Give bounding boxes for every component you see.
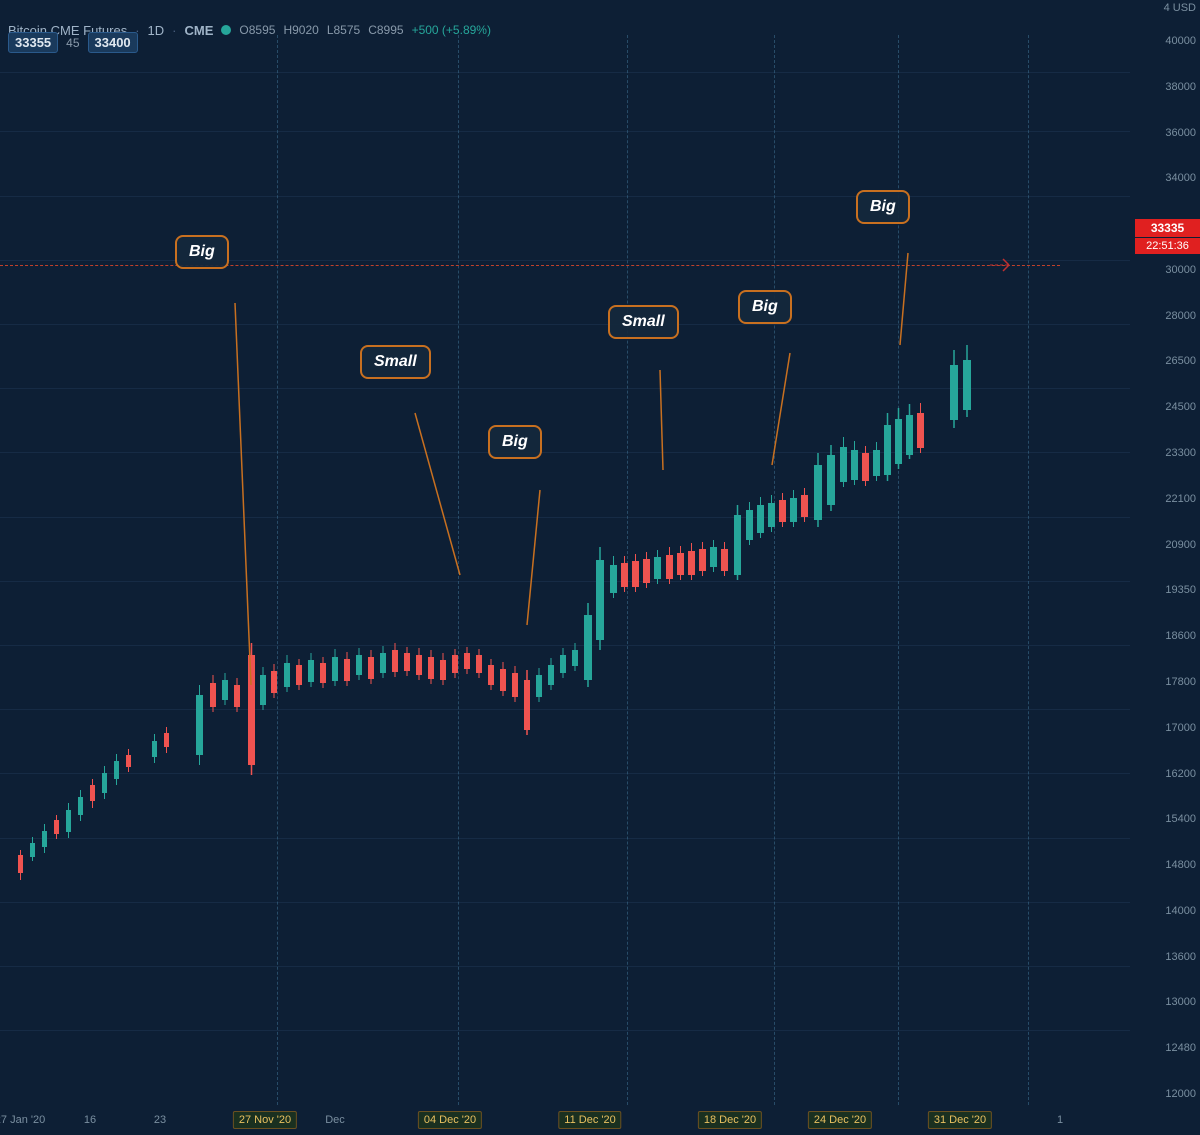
time-label-23: 23 [154,1114,166,1126]
status-dot [221,25,231,35]
annotation-line-small2 [660,370,663,470]
time-label-dec18: 18 Dec '20 [698,1111,762,1129]
annotation-big4: Big [856,190,910,224]
ohlc-low: L8575 [327,23,360,37]
price-label-17800: 17800 [1130,676,1196,688]
annotation-line-big3 [772,353,790,465]
annotation-big1: Big [175,235,229,269]
price-num: 45 [66,36,79,50]
price-label-19350: 19350 [1130,584,1196,596]
annotation-small2: Small [608,305,679,339]
price-label-12000: 12000 [1130,1088,1196,1100]
time-label-dec11: 11 Dec '20 [558,1111,621,1129]
time-label-jan20: 27 Jan '20 [0,1114,45,1126]
header-sep2: · [172,23,176,38]
candle-chart-svg [0,35,1130,1105]
price-label-28000: 28000 [1130,310,1196,322]
annotation-line-big4 [900,253,908,345]
annotation-line-big2 [527,490,540,625]
annotation-line-big1 [235,303,251,685]
price-label-20900: 20900 [1130,539,1196,551]
price-label-38000: 38000 [1130,81,1196,93]
price-badge-2: 33400 [88,32,138,53]
time-label-dec31: 31 Dec '20 [928,1111,992,1129]
price-label-15400: 15400 [1130,813,1196,825]
time-label-1: 1 [1057,1114,1063,1126]
chart-container: Bitcoin CME Futures · 1D · CME O8595 H90… [0,0,1200,1135]
current-price-box: 33335 [1135,219,1200,237]
annotation-small1: Small [360,345,431,379]
header: Bitcoin CME Futures · 1D · CME O8595 H90… [0,0,1200,60]
price-label-18600: 18600 [1130,630,1196,642]
price-label-13600: 13600 [1130,951,1196,963]
price-label-17000: 17000 [1130,722,1196,734]
price-label-30000: 30000 [1130,264,1196,276]
chart-area: Big Small Big Small Big Big [0,35,1130,1105]
current-price-value: 33335 [1151,221,1184,235]
price-label-22100: 22100 [1130,493,1196,505]
current-time-value: 22:51:36 [1146,240,1189,252]
price-label-14000: 14000 [1130,905,1196,917]
ohlc-close: C8995 [368,23,403,37]
ohlc-open: O8595 [239,23,275,37]
price-label-16200: 16200 [1130,768,1196,780]
chart-timeframe: 1D [148,23,165,38]
price-label-26500: 26500 [1130,355,1196,367]
price-label-23300: 23300 [1130,447,1196,459]
price-change: +500 (+5.89%) [412,23,491,37]
time-axis: 27 Jan '20 16 23 27 Nov '20 Dec 04 Dec '… [0,1105,1130,1135]
price-label-12480: 12480 [1130,1042,1196,1054]
chart-exchange: CME [185,23,214,38]
time-label-dec4: 04 Dec '20 [418,1111,482,1129]
price-label-13000: 13000 [1130,996,1196,1008]
time-label-nov27: 27 Nov '20 [233,1111,297,1129]
time-label-dec24: 24 Dec '20 [808,1111,872,1129]
price-label-36000: 36000 [1130,127,1196,139]
time-label-dec: Dec [325,1114,345,1126]
annotation-big2: Big [488,425,542,459]
time-label-16: 16 [84,1114,96,1126]
price-arrow [1003,259,1009,265]
price-badge-1: 33355 [8,32,58,53]
ohlc-high: H9020 [283,23,318,37]
price-label-34000: 34000 [1130,172,1196,184]
price-label-24500: 24500 [1130,401,1196,413]
current-time-box: 22:51:36 [1135,238,1200,254]
price-label-14800: 14800 [1130,859,1196,871]
annotation-line-small1 [415,413,460,575]
annotation-big3: Big [738,290,792,324]
price-arrow [1003,265,1009,271]
price-axis: 40000 38000 36000 34000 32000 30000 2800… [1130,0,1200,1105]
